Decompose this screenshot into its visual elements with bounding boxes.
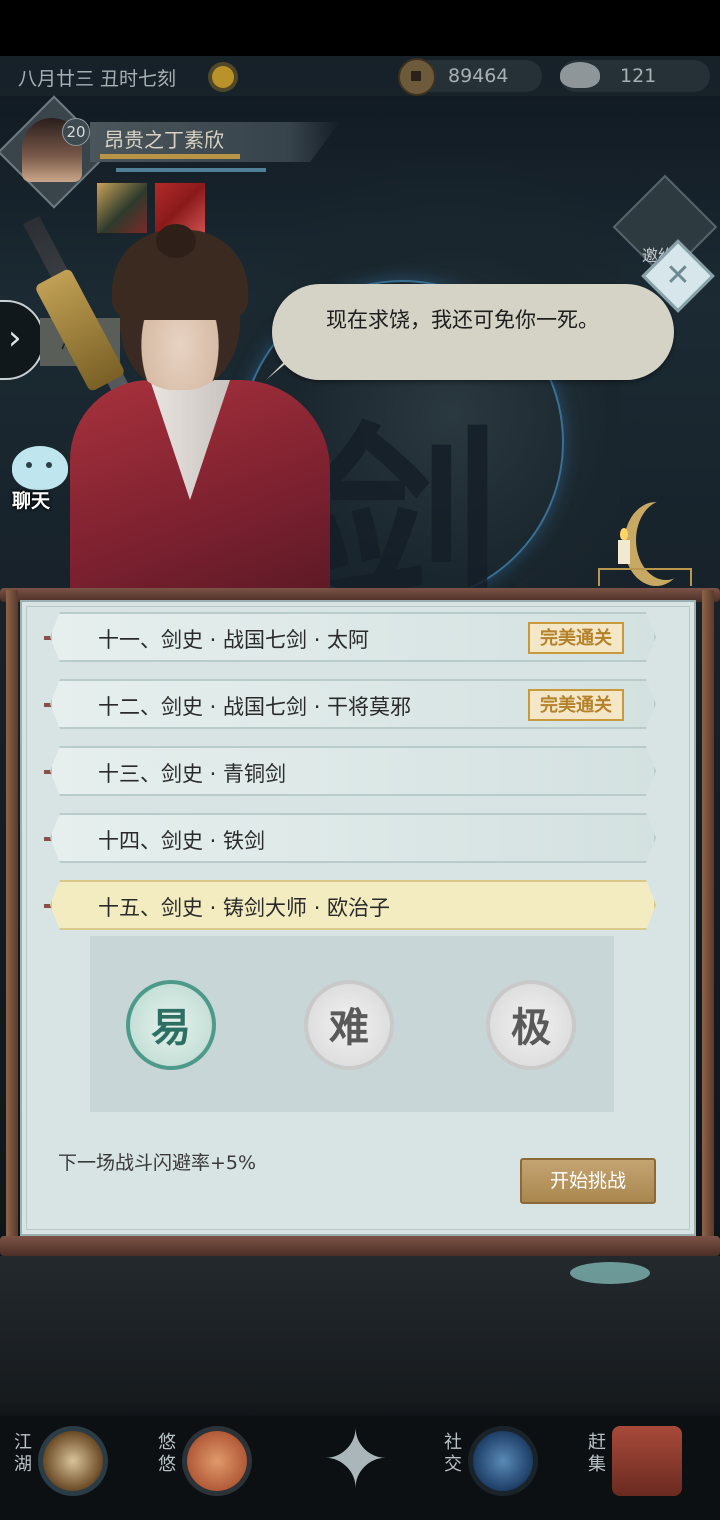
player-level-badge: 20 bbox=[62, 118, 90, 146]
dialogue-text: 现在求饶，我还可免你一死。 bbox=[326, 308, 599, 332]
chevron-right-icon: › bbox=[8, 318, 22, 358]
silver-ingot-icon bbox=[560, 62, 600, 88]
candle-stand bbox=[598, 568, 692, 586]
nav-shejiao[interactable]: 社交 bbox=[442, 1412, 552, 1508]
level-title-13: 十三、剑史 · 青铜剑 bbox=[98, 762, 287, 786]
nav-ganji-label: 赶集 bbox=[588, 1432, 606, 1475]
lily-pad-decoration bbox=[570, 1262, 650, 1284]
game-date: 八月廿三 丑时七刻 bbox=[18, 68, 177, 90]
difficulty-easy-button[interactable]: 易 bbox=[126, 980, 216, 1070]
energy-bar bbox=[116, 168, 266, 172]
start-challenge-button[interactable]: 开始挑战 bbox=[520, 1158, 656, 1204]
expand-side-menu-button[interactable]: › bbox=[0, 300, 44, 380]
level-title-12: 十二、剑史 · 战国七剑 · 干将莫邪 bbox=[98, 695, 412, 719]
chat-mascot-icon[interactable] bbox=[12, 446, 68, 490]
copper-amount: 89464 bbox=[448, 65, 509, 87]
scroll-left-edge bbox=[6, 590, 18, 1240]
nav-ganji[interactable]: 赶集 bbox=[586, 1412, 696, 1508]
scroll-right-edge bbox=[702, 590, 714, 1240]
crane-sunset-icon bbox=[182, 1426, 252, 1496]
market-basket-icon bbox=[612, 1426, 682, 1496]
scroll-bottom-rod bbox=[0, 1236, 720, 1256]
chat-label[interactable]: 聊天 bbox=[12, 486, 50, 513]
perfect-clear-badge-11: 完美通关 bbox=[528, 622, 624, 654]
nav-center[interactable]: ✦ bbox=[312, 1412, 422, 1508]
silver-amount: 121 bbox=[620, 65, 657, 87]
npc-hair-bun bbox=[156, 224, 196, 258]
straw-hat-icon bbox=[38, 1426, 108, 1496]
health-bar bbox=[100, 154, 240, 159]
npc-swordsman bbox=[70, 224, 330, 590]
nav-jianghu-label: 江湖 bbox=[14, 1432, 32, 1475]
battle-bonus-text: 下一场战斗闪避率+5% bbox=[58, 1152, 257, 1174]
game-scene: 剑 八月廿三 丑时七刻 89464 121 20 昂贵之丁素欣 邀约 › 湖 聊… bbox=[0, 0, 720, 1520]
nav-jianghu[interactable]: 江湖 bbox=[12, 1412, 122, 1508]
nav-youyou-label: 悠悠 bbox=[158, 1432, 176, 1475]
copper-coin-icon bbox=[398, 58, 436, 96]
difficulty-extreme-button[interactable]: 极 bbox=[486, 980, 576, 1070]
nav-shejiao-label: 社交 bbox=[444, 1432, 462, 1475]
buff-icon-1[interactable] bbox=[96, 182, 148, 234]
candle-icon bbox=[618, 528, 630, 564]
level-title-14: 十四、剑史 · 铁剑 bbox=[98, 829, 266, 853]
perfect-clear-badge-12: 完美通关 bbox=[528, 689, 624, 721]
wave-icon bbox=[468, 1426, 538, 1496]
difficulty-hard-button[interactable]: 难 bbox=[304, 980, 394, 1070]
sun-icon bbox=[212, 66, 234, 88]
compass-star-icon: ✦ bbox=[322, 1413, 390, 1506]
player-name: 昂贵之丁素欣 bbox=[104, 128, 224, 152]
nav-youyou[interactable]: 悠悠 bbox=[156, 1412, 266, 1508]
level-title-15: 十五、剑史 · 铸剑大师 · 欧治子 bbox=[98, 896, 391, 920]
level-title-11: 十一、剑史 · 战国七剑 · 太阿 bbox=[98, 628, 370, 652]
